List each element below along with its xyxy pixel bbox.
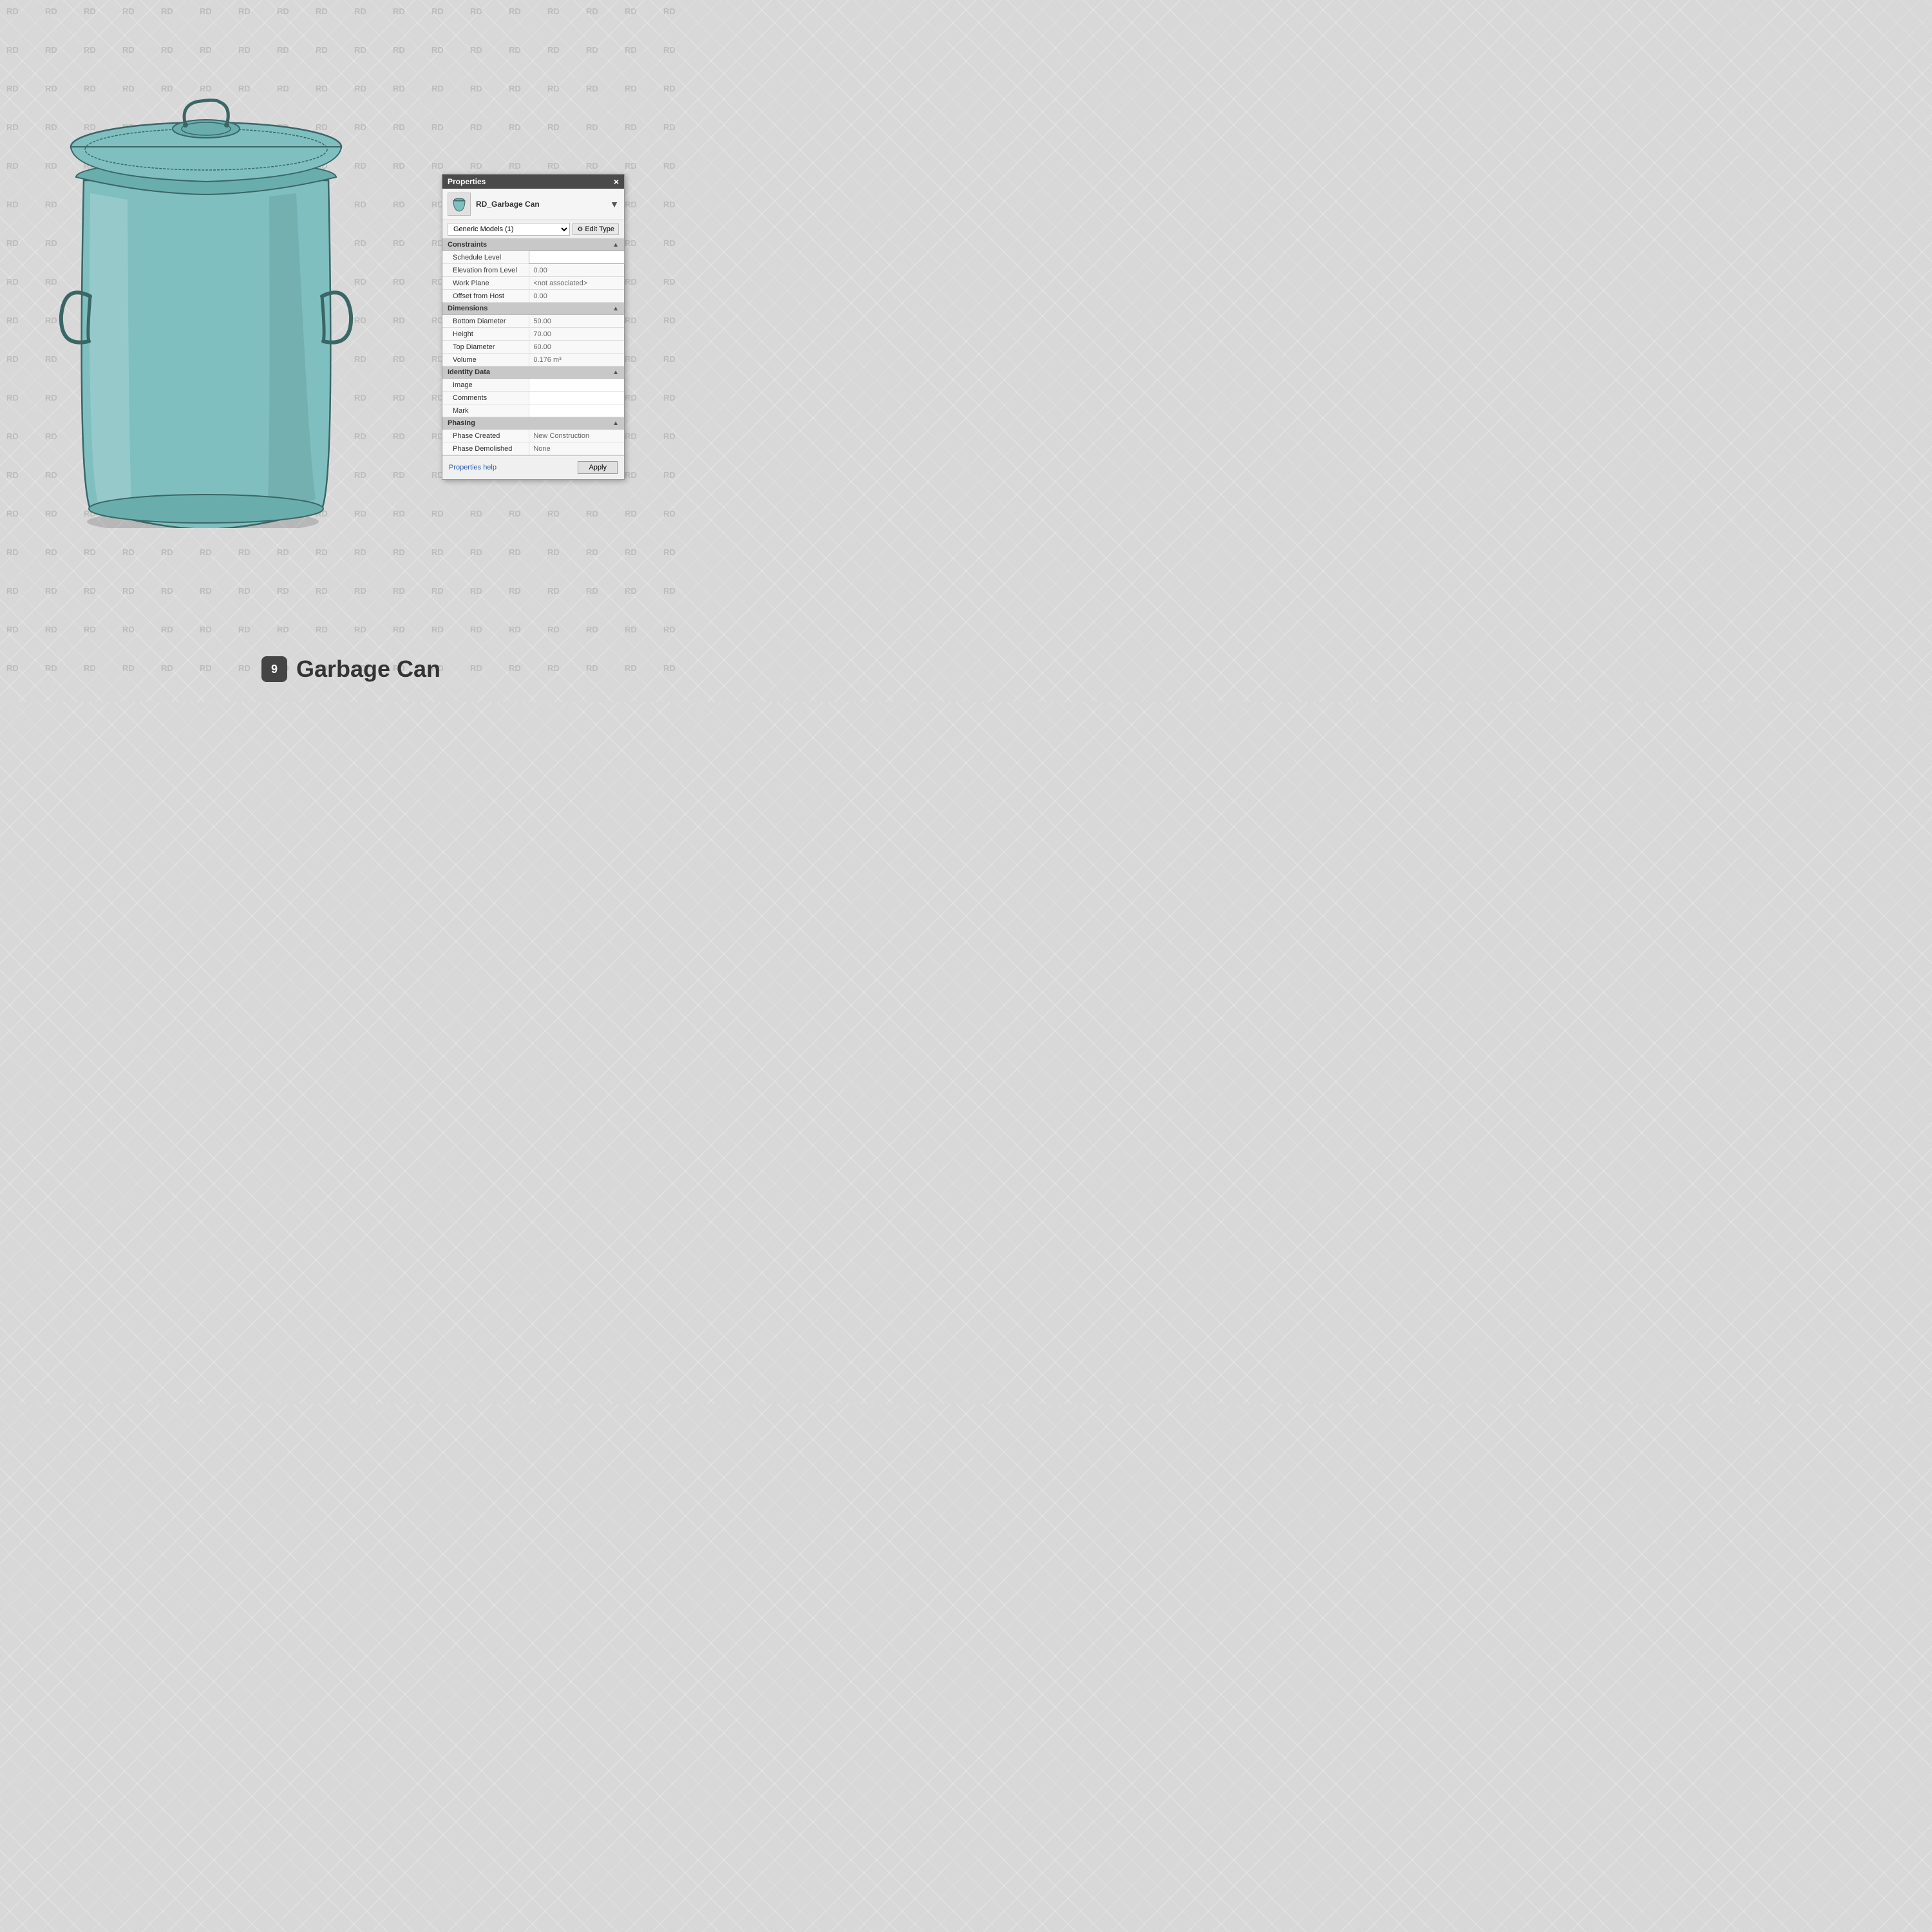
volume-value: 0.176 m³ [529,354,624,366]
height-row: Height 70.00 [442,328,624,341]
edit-type-icon: ⚙ [577,226,583,233]
mark-row: Mark [442,404,624,417]
identity-data-collapse-icon: ▲ [612,369,619,376]
phase-created-label: Phase Created [442,430,529,442]
elevation-from-level-label: Elevation from Level [442,264,529,276]
phase-demolished-label: Phase Demolished [442,442,529,455]
properties-help-link[interactable]: Properties help [449,464,497,471]
panel-object-row: RD_Garbage Can ▼ [442,189,624,220]
image-row: Image [442,379,624,392]
dimensions-section-header[interactable]: Dimensions ▲ [442,303,624,315]
schedule-level-value[interactable] [529,251,624,263]
constraints-section-label: Constraints [448,241,487,249]
elevation-from-level-row: Elevation from Level 0.00 [442,264,624,277]
phasing-section-label: Phasing [448,419,475,427]
constraints-collapse-icon: ▲ [612,242,619,249]
work-plane-value: <not associated> [529,277,624,289]
comments-label: Comments [442,392,529,404]
image-value [529,379,624,391]
panel-dropdown-row: Generic Models (1) ⚙ Edit Type [442,220,624,239]
label-badge: 9 [261,656,287,682]
phase-demolished-row: Phase Demolished None [442,442,624,455]
schedule-level-label: Schedule Level [442,251,529,263]
mark-label: Mark [442,404,529,417]
elevation-from-level-value: 0.00 [529,264,624,276]
label-text: Garbage Can [296,656,440,683]
work-plane-label: Work Plane [442,277,529,289]
dimensions-collapse-icon: ▲ [612,305,619,312]
phase-created-value: New Construction [529,430,624,442]
mark-value [529,404,624,417]
properties-panel: Properties × RD_Garbage Can ▼ Generic Mo… [442,174,625,480]
schedule-level-row: Schedule Level [442,251,624,264]
panel-titlebar: Properties × [442,175,624,189]
identity-data-section-label: Identity Data [448,368,490,376]
edit-type-label: Edit Type [585,225,614,233]
apply-button[interactable]: Apply [578,461,618,474]
panel-title-left: Properties [448,177,486,186]
bottom-diameter-value: 50.00 [529,315,624,327]
height-value: 70.00 [529,328,624,340]
phasing-collapse-icon: ▲ [612,420,619,427]
garbage-can-illustration [39,39,374,528]
comments-row: Comments [442,392,624,404]
constraints-section-header[interactable]: Constraints ▲ [442,239,624,251]
offset-from-host-value: 0.00 [529,290,624,302]
top-diameter-label: Top Diameter [442,341,529,353]
bottom-label-container: 9 Garbage Can [261,656,440,683]
panel-close-button[interactable]: × [614,177,619,186]
top-diameter-value: 60.00 [529,341,624,353]
phasing-section-header[interactable]: Phasing ▲ [442,417,624,430]
edit-type-button[interactable]: ⚙ Edit Type [573,223,619,235]
object-options-icon[interactable]: ▼ [610,199,619,209]
offset-from-host-row: Offset from Host 0.00 [442,290,624,303]
object-name: RD_Garbage Can [476,200,605,209]
panel-title-text: Properties [448,177,486,186]
phase-created-row: Phase Created New Construction [442,430,624,442]
bottom-diameter-row: Bottom Diameter 50.00 [442,315,624,328]
identity-data-section-header[interactable]: Identity Data ▲ [442,366,624,379]
type-selector[interactable]: Generic Models (1) [448,223,570,236]
image-label: Image [442,379,529,391]
height-label: Height [442,328,529,340]
object-thumbnail [448,193,471,216]
panel-footer: Properties help Apply [442,455,624,479]
offset-from-host-label: Offset from Host [442,290,529,302]
comments-value [529,392,624,404]
volume-label: Volume [442,354,529,366]
bottom-diameter-label: Bottom Diameter [442,315,529,327]
phase-demolished-value: None [529,442,624,455]
schedule-level-input[interactable] [533,254,620,261]
work-plane-row: Work Plane <not associated> [442,277,624,290]
dimensions-section-label: Dimensions [448,305,488,312]
volume-row: Volume 0.176 m³ [442,354,624,366]
top-diameter-row: Top Diameter 60.00 [442,341,624,354]
